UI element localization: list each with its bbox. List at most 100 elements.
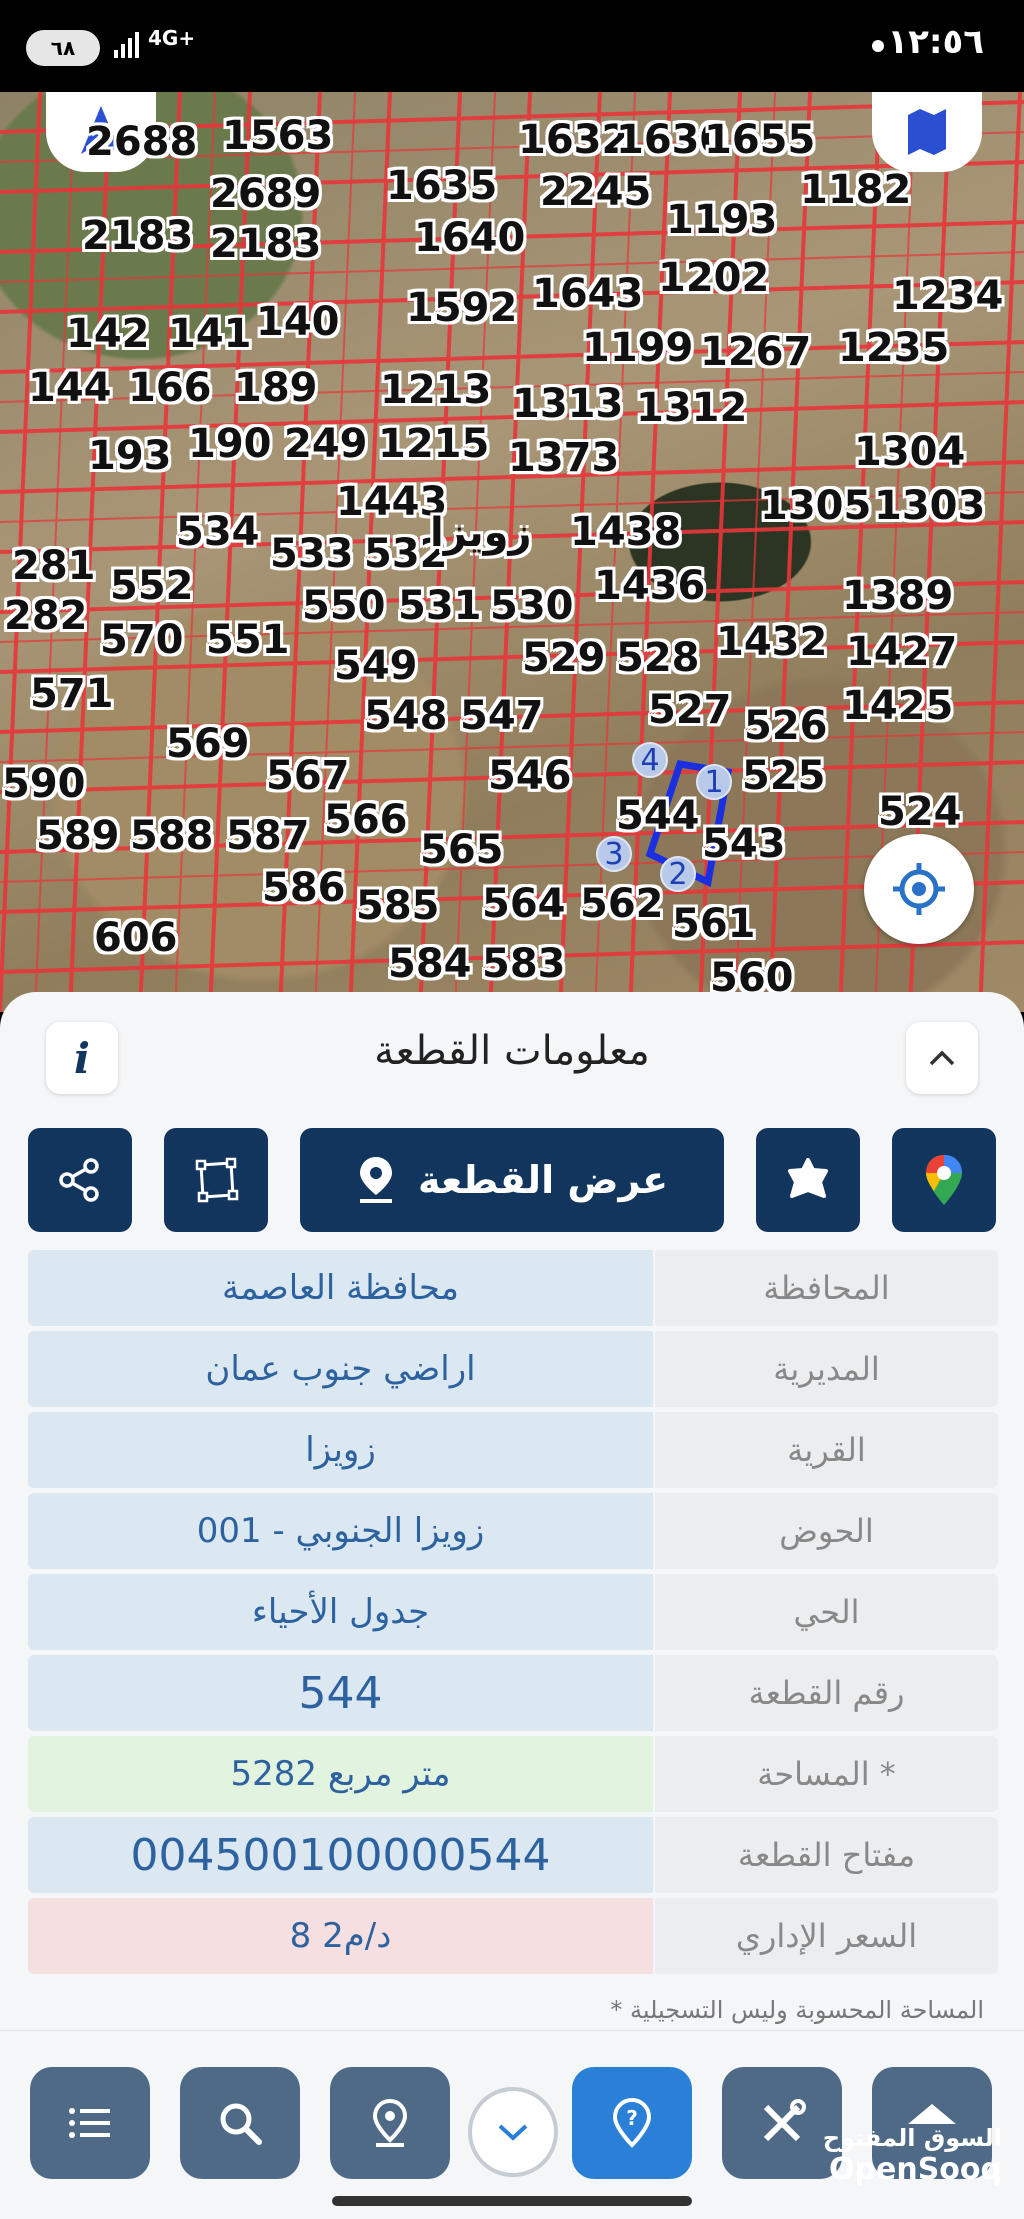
- google-maps-button[interactable]: [892, 1128, 996, 1232]
- plot-number[interactable]: 1427: [846, 632, 957, 672]
- plot-number[interactable]: 586: [262, 868, 346, 908]
- plot-number[interactable]: 1303: [874, 486, 985, 526]
- plot-number[interactable]: 548: [364, 696, 448, 736]
- plot-number[interactable]: 1436: [594, 566, 705, 606]
- layers-button[interactable]: [872, 92, 982, 172]
- plot-number[interactable]: 569: [166, 724, 250, 764]
- plot-number[interactable]: 1643: [532, 274, 643, 314]
- plot-number[interactable]: 141: [168, 314, 252, 354]
- measure-area-button[interactable]: [164, 1128, 268, 1232]
- nav-help-button[interactable]: ?: [572, 2067, 692, 2179]
- plot-number[interactable]: 1213: [380, 370, 491, 410]
- plot-number[interactable]: 1199: [582, 328, 693, 368]
- plot-number[interactable]: 588: [130, 816, 214, 856]
- plot-number[interactable]: 1563: [222, 116, 333, 156]
- my-location-button[interactable]: [864, 834, 974, 944]
- plot-number[interactable]: 570: [100, 620, 184, 660]
- plot-number[interactable]: 571: [30, 674, 114, 714]
- plot-number[interactable]: 524: [878, 792, 962, 832]
- plot-number[interactable]: 1305: [760, 486, 871, 526]
- nav-location-button[interactable]: [330, 2067, 450, 2179]
- plot-number[interactable]: 1425: [842, 686, 953, 726]
- plot-number[interactable]: 529: [522, 638, 606, 678]
- plot-number[interactable]: 140: [256, 302, 340, 342]
- plot-number[interactable]: 526: [744, 706, 828, 746]
- plot-number[interactable]: 1235: [838, 328, 949, 368]
- plot-number[interactable]: 530: [490, 586, 574, 626]
- plot-number[interactable]: 1635: [386, 166, 497, 206]
- plot-number[interactable]: 546: [488, 756, 572, 796]
- plot-number[interactable]: 1655: [704, 120, 815, 160]
- nav-expand-button[interactable]: [468, 2087, 558, 2177]
- plot-number[interactable]: 549: [334, 646, 418, 686]
- plot-number[interactable]: 189: [234, 368, 318, 408]
- plot-number[interactable]: 527: [648, 690, 732, 730]
- plot-number[interactable]: 1267: [700, 332, 811, 372]
- plot-number[interactable]: 1304: [854, 432, 965, 472]
- plot-number[interactable]: 282: [4, 596, 88, 636]
- plot-number[interactable]: 1215: [378, 424, 489, 464]
- plot-key-value[interactable]: 004500100000544: [28, 1817, 653, 1893]
- plot-number[interactable]: 528: [616, 638, 700, 678]
- plot-number[interactable]: 561: [672, 904, 756, 944]
- nav-list-button[interactable]: [30, 2067, 150, 2179]
- plot-number[interactable]: 1438: [570, 512, 681, 552]
- plot-number[interactable]: 533: [270, 534, 354, 574]
- plot-number[interactable]: 531: [398, 586, 482, 626]
- favorite-button[interactable]: [756, 1128, 860, 1232]
- plot-number[interactable]: 1632: [518, 120, 629, 160]
- plot-number[interactable]: 589: [36, 816, 120, 856]
- plot-number[interactable]: 587: [226, 816, 310, 856]
- plot-number[interactable]: 1373: [508, 438, 619, 478]
- plot-number[interactable]: 1389: [842, 576, 953, 616]
- plot-number[interactable]: 584: [388, 944, 472, 984]
- plot-number[interactable]: 550: [302, 586, 386, 626]
- plot-number[interactable]: 606: [94, 918, 178, 958]
- plot-number[interactable]: 2688: [86, 122, 197, 162]
- plot-number[interactable]: 544: [616, 796, 700, 836]
- plot-number[interactable]: 1202: [658, 258, 769, 298]
- plot-number[interactable]: 552: [110, 566, 194, 606]
- plot-number[interactable]: 1193: [666, 200, 777, 240]
- plot-number[interactable]: 525: [742, 756, 826, 796]
- plot-number[interactable]: 1640: [414, 218, 525, 258]
- plot-number[interactable]: 281: [12, 546, 96, 586]
- plot-vertex-marker[interactable]: 4: [632, 742, 668, 778]
- plot-number[interactable]: 565: [420, 830, 504, 870]
- plot-number[interactable]: 2183: [210, 224, 321, 264]
- plot-vertex-marker[interactable]: 3: [596, 836, 632, 872]
- nav-search-button[interactable]: [180, 2067, 300, 2179]
- plot-number[interactable]: 166: [128, 368, 212, 408]
- plot-number[interactable]: 590: [2, 764, 86, 804]
- plot-number[interactable]: 193: [88, 436, 172, 476]
- plot-number[interactable]: 1182: [800, 170, 911, 210]
- plot-number[interactable]: 534: [176, 512, 260, 552]
- view-plot-button[interactable]: عرض القطعة: [300, 1128, 724, 1232]
- plot-number[interactable]: 1234: [892, 276, 1003, 316]
- plot-number[interactable]: 142: [66, 314, 150, 354]
- plot-vertex-marker[interactable]: 2: [660, 856, 696, 892]
- plot-number[interactable]: 144: [28, 368, 112, 408]
- plot-vertex-marker[interactable]: 1: [696, 764, 732, 800]
- map-view[interactable]: 1563 2688 1632 1630 1655 2689 1635 2245 …: [0, 92, 1024, 1012]
- plot-number[interactable]: 585: [356, 886, 440, 926]
- plot-number[interactable]: 1313: [512, 384, 623, 424]
- plot-number[interactable]: 1592: [406, 288, 517, 328]
- plot-number[interactable]: 2245: [540, 172, 651, 212]
- plot-number[interactable]: 1432: [716, 622, 827, 662]
- collapse-panel-button[interactable]: [906, 1022, 978, 1094]
- plot-number[interactable]: 2183: [82, 216, 193, 256]
- plot-number[interactable]: 190: [188, 424, 272, 464]
- plot-number[interactable]: 543: [702, 824, 786, 864]
- plot-number[interactable]: 583: [482, 944, 566, 984]
- plot-number[interactable]: 2689: [210, 174, 321, 214]
- plot-number[interactable]: 566: [324, 800, 408, 840]
- plot-number[interactable]: 567: [266, 756, 350, 796]
- plot-number[interactable]: 551: [206, 620, 290, 660]
- plot-number[interactable]: 249: [284, 424, 368, 464]
- plot-number[interactable]: 564: [482, 884, 566, 924]
- plot-number[interactable]: 547: [460, 696, 544, 736]
- plot-number[interactable]: 1312: [636, 388, 747, 428]
- share-button[interactable]: [28, 1128, 132, 1232]
- plot-number[interactable]: 562: [580, 884, 664, 924]
